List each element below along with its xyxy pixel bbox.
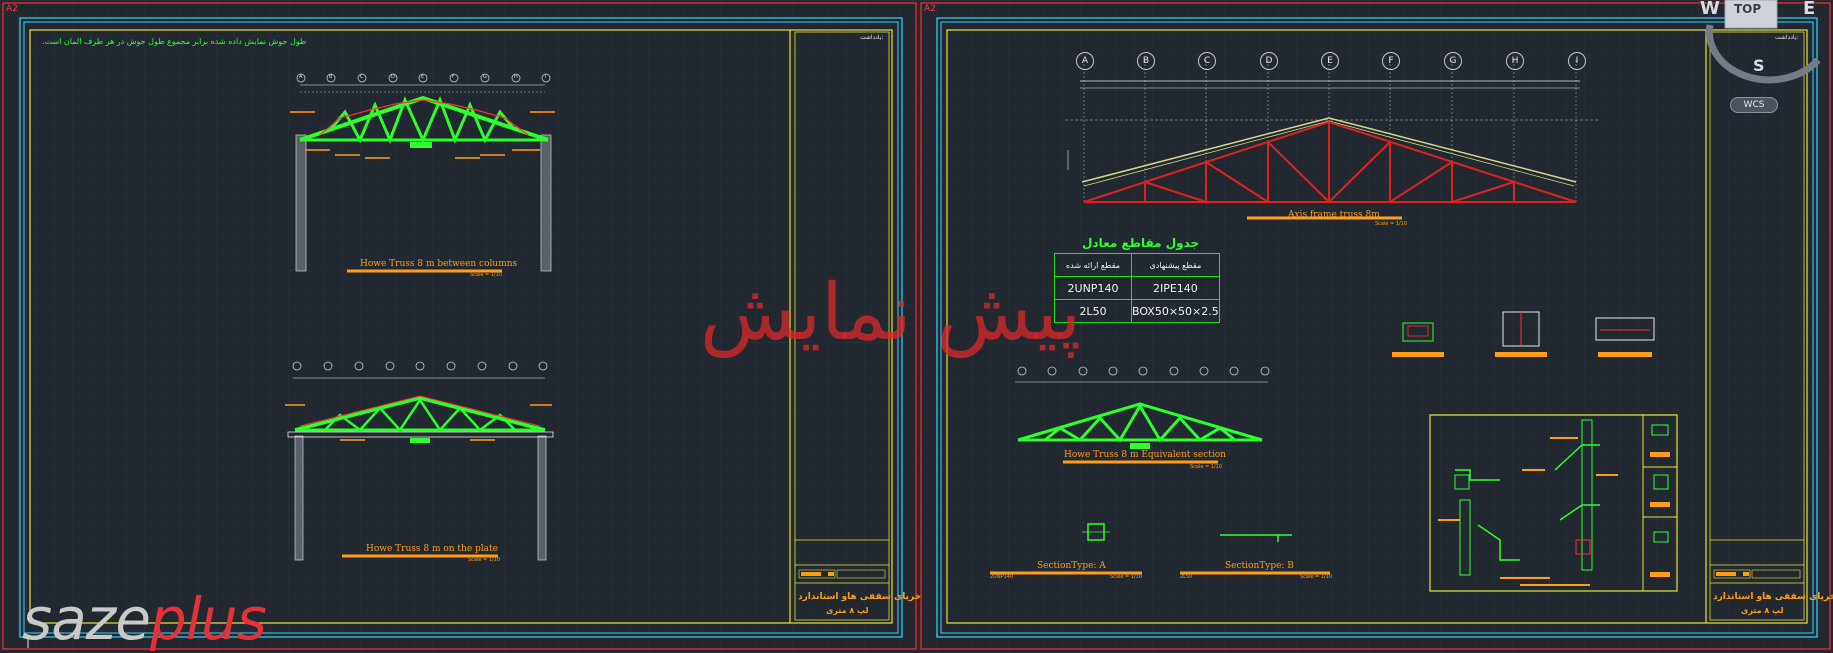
sazeplus-logo: sazeplus — [22, 585, 267, 653]
viewcube-west[interactable]: W — [1700, 0, 1720, 18]
logo-part-saze: saze — [22, 585, 151, 653]
caption-axis-frame-truss: Axis frame truss 8m — [1288, 210, 1380, 220]
left-grid-label: G — [483, 74, 487, 80]
grid-bubble-b: B — [1137, 52, 1155, 70]
caption-truss-between-columns: Howe Truss 8 m between columns — [360, 259, 518, 269]
left-notes-title: یادداشت: — [860, 34, 884, 41]
wcs-menu-button[interactable]: WCS — [1730, 97, 1778, 113]
left-project-subtitle: لپ ۸ متری — [826, 606, 869, 615]
table-title: جدول مقاطع معادل — [1082, 236, 1200, 250]
label-section-type-a: 2UNP140 — [990, 574, 1014, 580]
weld-length-note: طول جوش نمایش داده شده برابر مجموع طول ج… — [42, 37, 307, 46]
left-grid-label: A — [299, 74, 303, 80]
left-grid-label: I — [545, 74, 547, 80]
grid-bubble-d: D — [1260, 52, 1278, 70]
viewcube-east[interactable]: E — [1803, 0, 1815, 18]
grid-bubble-e: E — [1321, 52, 1339, 70]
caption-truss-on-plate: Howe Truss 8 m on the plate — [366, 544, 498, 554]
scale-truss-between-columns: Scale = 1/10 — [470, 272, 503, 278]
left-project-title: خرپای سقفی هاو استاندارد — [798, 592, 922, 602]
grid-bubble-i: I — [1568, 52, 1586, 70]
grid-bubble-f: F — [1382, 52, 1400, 70]
grid-bubble-a: A — [1076, 52, 1094, 70]
grid-bubble-h: H — [1506, 52, 1524, 70]
left-grid-label: F — [452, 74, 455, 80]
right-project-title: خرپای سقفی هاو استاندارد — [1713, 592, 1833, 602]
grid-bubble-g: G — [1444, 52, 1462, 70]
right-project-subtitle: لپ ۸ متری — [1741, 606, 1784, 615]
scale-axis-frame-truss: Scale = 1/10 — [1375, 221, 1408, 227]
viewcube-south[interactable]: S — [1753, 58, 1765, 74]
left-grid-label: C — [360, 74, 364, 80]
right-sheet-tag: A2 — [924, 4, 936, 14]
viewcube-top-face[interactable]: TOP — [1734, 3, 1761, 15]
scale-section-type-b: Scale = 1/10 — [1300, 574, 1333, 580]
caption-equivalent-truss: Howe Truss 8 m Equivalent section — [1064, 450, 1226, 460]
scale-truss-on-plate: Scale = 1/10 — [468, 557, 501, 563]
scale-section-type-a: Scale = 1/10 — [1110, 574, 1143, 580]
viewcube[interactable]: W TOP E S — [1700, 0, 1833, 80]
table-cell-proposed: BOX50×50×2.5 — [1131, 299, 1220, 323]
caption-section-type-b: SectionType: B — [1225, 561, 1294, 571]
left-grid-label: D — [391, 74, 395, 80]
table-header-proposed: مقطع پیشنهادی — [1131, 253, 1220, 277]
caption-section-type-a: SectionType: A — [1037, 561, 1106, 571]
wcs-label[interactable]: WCS — [1744, 100, 1765, 110]
preview-watermark: پیش نمایش — [700, 268, 1082, 358]
left-sheet-tag: A2 — [6, 4, 18, 14]
left-grid-label: B — [329, 74, 333, 80]
logo-part-plus: plus — [149, 585, 267, 653]
label-section-type-b: 2L50 — [1180, 574, 1193, 580]
left-grid-label: E — [421, 74, 425, 80]
scale-equivalent-truss: Scale = 1/10 — [1190, 464, 1223, 470]
grid-bubble-c: C — [1198, 52, 1216, 70]
left-grid-label: H — [514, 74, 518, 80]
table-cell-proposed: 2IPE140 — [1131, 276, 1220, 300]
